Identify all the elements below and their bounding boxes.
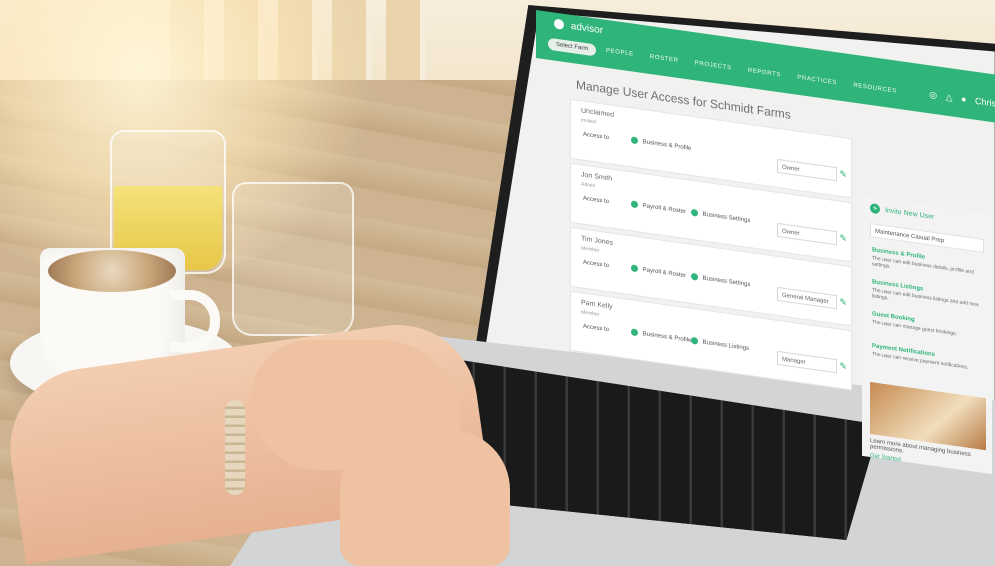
- role-select[interactable]: Owner: [777, 158, 837, 182]
- water-glass: [232, 182, 354, 336]
- gift-icon[interactable]: ◎: [929, 89, 937, 100]
- nav-item[interactable]: RESOURCES: [853, 83, 896, 95]
- permission-item: Payment Notifications The user can recei…: [872, 343, 982, 372]
- edit-icon[interactable]: ✎: [839, 361, 847, 373]
- brand: advisor: [554, 18, 604, 37]
- access-chip[interactable]: Business & Profile: [631, 328, 691, 344]
- top-icons: ◎ △ ● Chris: [923, 88, 995, 109]
- plus-icon: +: [870, 202, 880, 215]
- coffee: [48, 250, 176, 292]
- check-icon: [691, 336, 698, 345]
- role-select[interactable]: Manager: [777, 350, 837, 374]
- access-chip[interactable]: Business & Profile: [631, 136, 691, 152]
- sidebar: + Invite New User Maintenance Casual Pre…: [862, 195, 992, 475]
- user-icon[interactable]: ●: [961, 94, 966, 105]
- chip-label: Payroll & Roster: [642, 267, 687, 280]
- access-chip[interactable]: Payroll & Roster: [631, 264, 686, 279]
- check-icon: [631, 264, 638, 273]
- user-status: Member: [581, 309, 600, 318]
- access-chip[interactable]: Business Settings: [691, 272, 751, 289]
- invite-label: Invite New User: [884, 207, 935, 221]
- access-label: Access to: [583, 259, 610, 270]
- permission-item: Guest Booking The user can manage guest …: [872, 311, 982, 340]
- access-label: Access to: [583, 195, 610, 206]
- nav-item[interactable]: PEOPLE: [606, 48, 634, 58]
- check-icon: [691, 272, 698, 281]
- bracelet: [225, 400, 245, 495]
- user-status: Member: [581, 245, 600, 254]
- user-status: Admin: [581, 181, 596, 190]
- chip-label: Payroll & Roster: [642, 203, 687, 216]
- check-icon: [691, 208, 698, 217]
- access-label: Access to: [583, 323, 610, 334]
- check-icon: [631, 328, 638, 337]
- invite-new-user-button[interactable]: + Invite New User: [870, 202, 935, 222]
- access-chip[interactable]: Business Listings: [691, 336, 750, 353]
- role-select[interactable]: General Manager: [777, 286, 837, 310]
- farm-selector[interactable]: Select Farm: [548, 37, 597, 57]
- brand-name: advisor: [570, 20, 604, 37]
- chip-label: Business Settings: [702, 211, 751, 225]
- nav-item[interactable]: REPORTS: [748, 68, 781, 79]
- check-icon: [631, 136, 638, 145]
- edit-icon[interactable]: ✎: [839, 233, 847, 245]
- edit-icon[interactable]: ✎: [839, 169, 847, 181]
- logo-icon: [554, 18, 564, 31]
- chip-label: Business Settings: [702, 275, 751, 289]
- access-label: Access to: [583, 131, 610, 142]
- user-status: Invited: [581, 117, 596, 126]
- nav-item[interactable]: PROJECTS: [695, 60, 732, 71]
- screen-ui: advisor Select Farm PEOPLE ROSTER PROJEC…: [536, 10, 995, 475]
- role-select[interactable]: Owner: [777, 222, 837, 246]
- access-chip[interactable]: Payroll & Roster: [631, 200, 686, 215]
- chip-label: Business & Profile: [642, 139, 692, 152]
- chip-label: Business & Profile: [642, 331, 692, 344]
- check-icon: [631, 200, 638, 209]
- right-hand: [340, 430, 510, 566]
- nav-item[interactable]: PRACTICES: [797, 75, 837, 87]
- photo-scene: advisor Select Farm PEOPLE ROSTER PROJEC…: [0, 0, 995, 566]
- permission-item: Business Listings The user can edit busi…: [872, 279, 982, 314]
- bell-icon[interactable]: △: [946, 92, 953, 103]
- access-chip[interactable]: Business Settings: [691, 208, 751, 225]
- user-name[interactable]: Chris: [975, 96, 995, 109]
- chip-label: Business Listings: [702, 339, 750, 353]
- permission-item: Business & Profile The user can edit bus…: [872, 247, 982, 282]
- nav-item[interactable]: ROSTER: [650, 54, 679, 64]
- edit-icon[interactable]: ✎: [839, 297, 847, 309]
